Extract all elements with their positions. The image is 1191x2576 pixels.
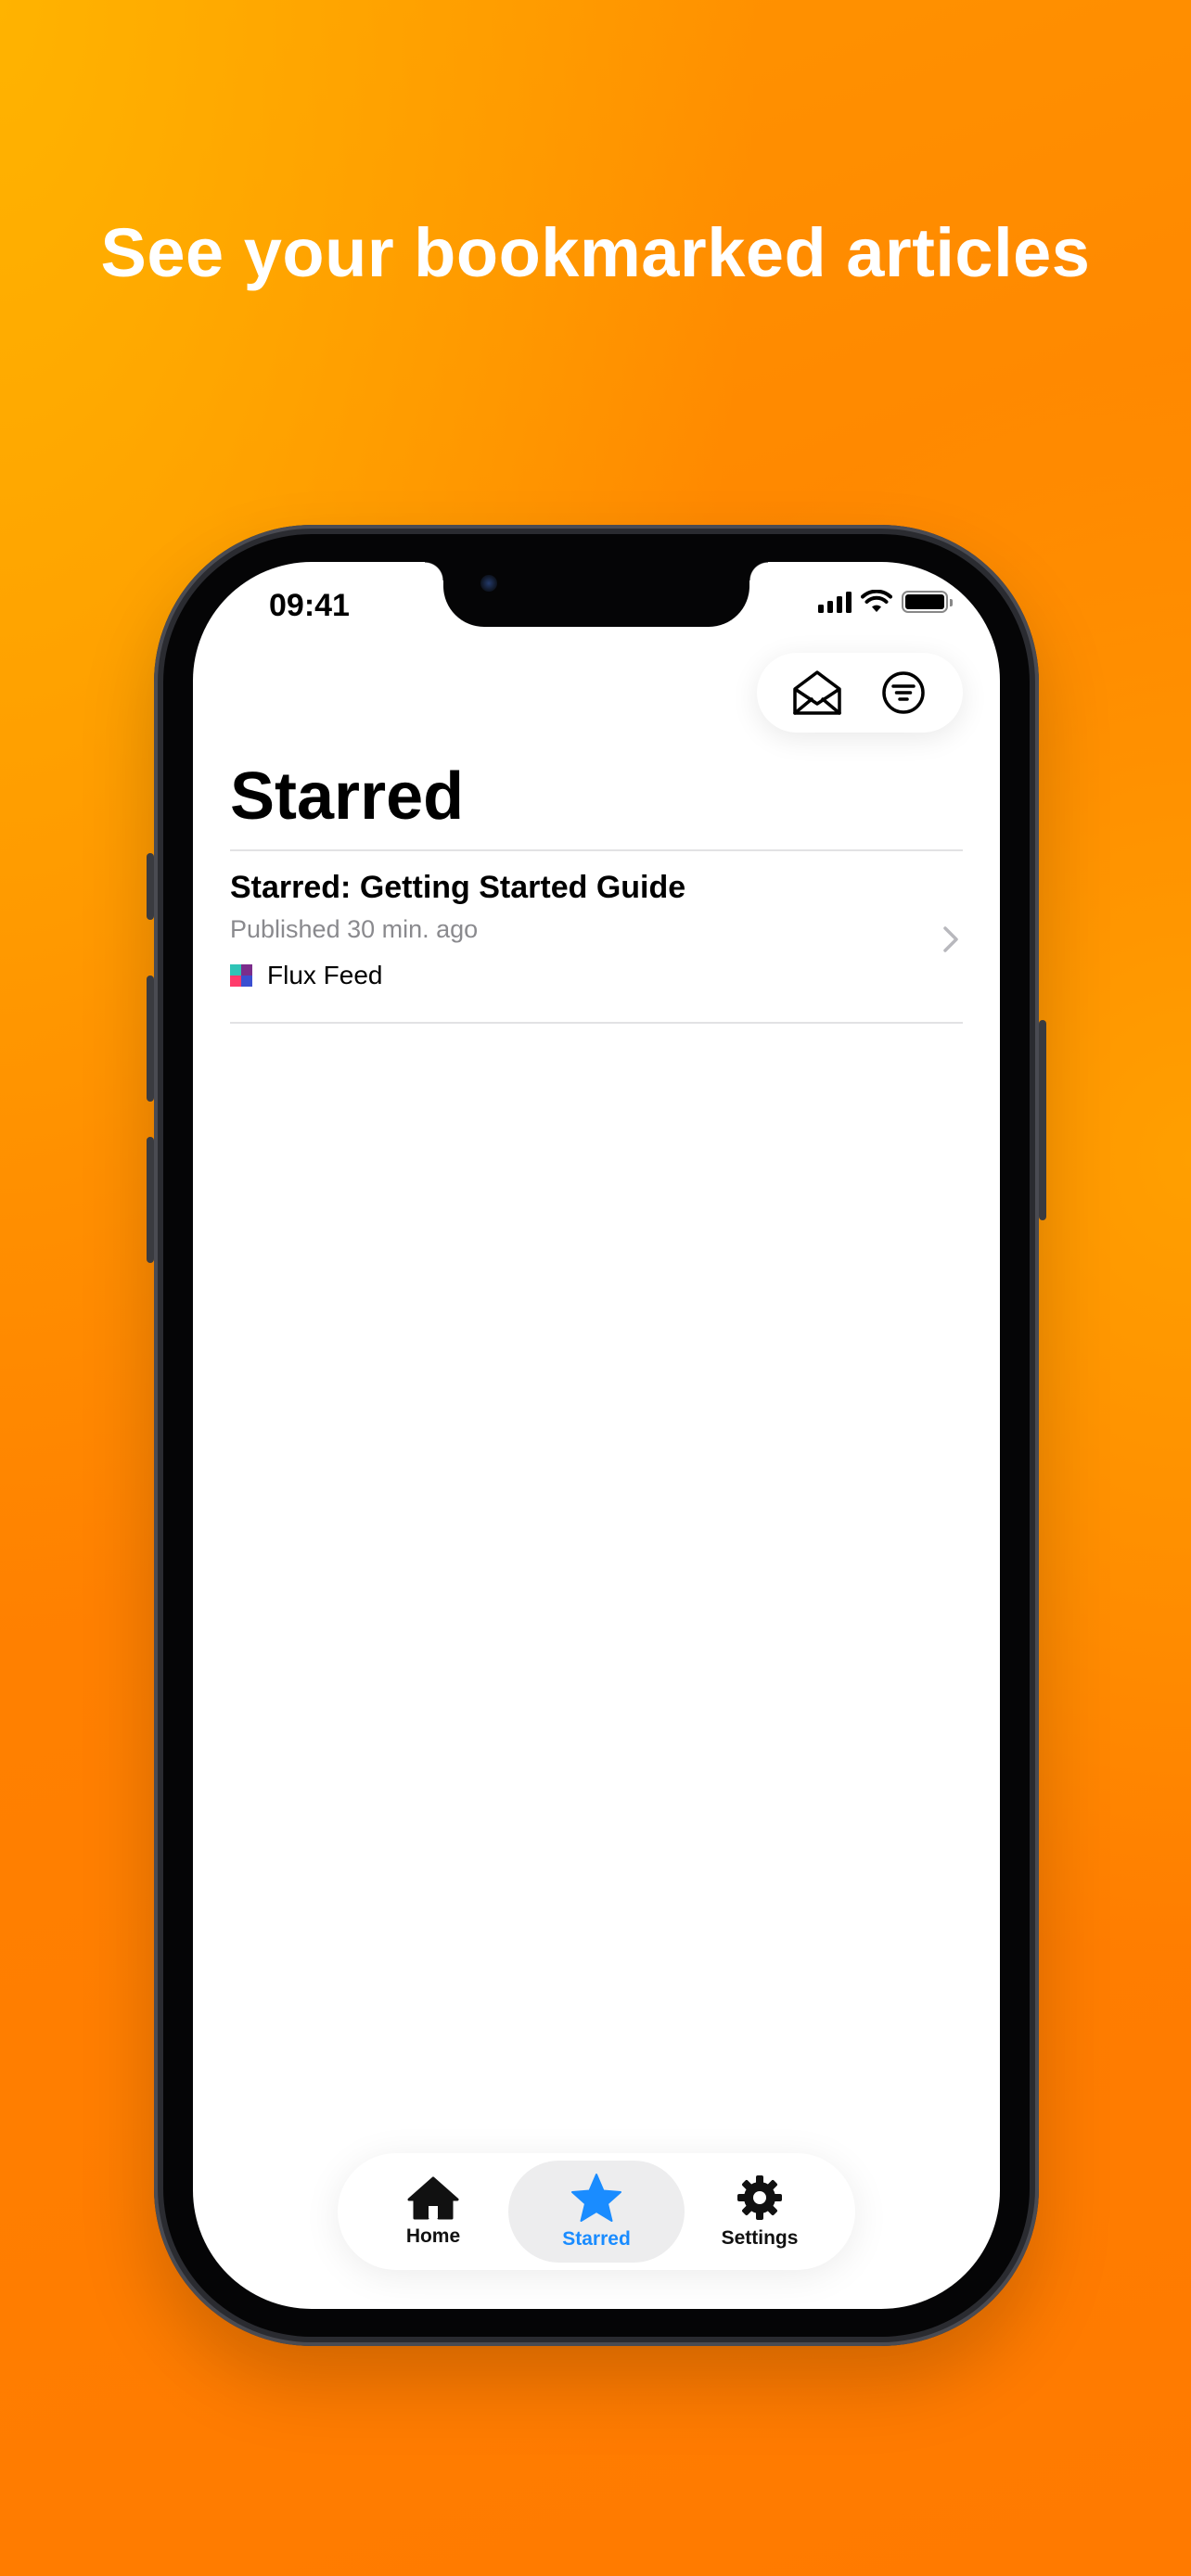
star-icon [571, 2174, 621, 2222]
chevron-right-icon [943, 926, 958, 952]
toolbar [757, 653, 963, 733]
status-time: 09:41 [269, 588, 350, 623]
tab-home-label: Home [405, 2225, 461, 2247]
feed-source: Flux Feed [230, 961, 383, 990]
headline: See your bookmarked articles [100, 214, 1091, 291]
status-icons [818, 590, 953, 614]
side-button-action [147, 853, 154, 920]
feed-logo-icon [230, 964, 252, 987]
article-published-time: Published 30 min. ago [230, 915, 479, 943]
wifi-icon [861, 590, 892, 612]
page-title: Starred [230, 759, 465, 834]
notch [425, 562, 768, 627]
cellular-signal-icon [818, 591, 852, 613]
gear-icon [737, 2175, 782, 2220]
house-icon [407, 2176, 459, 2220]
tab-starred-label: Starred [562, 2228, 631, 2250]
battery-icon [902, 591, 953, 613]
divider-bottom [230, 1022, 963, 1024]
tab-settings-label: Settings [721, 2227, 799, 2249]
filter-button[interactable] [876, 665, 931, 721]
tab-starred[interactable]: Starred [508, 2161, 685, 2263]
tab-home[interactable]: Home [375, 2161, 492, 2263]
phone-screen: 09:41 Starred Starred: Getting Started G… [193, 562, 1000, 2309]
mark-all-read-button[interactable] [789, 665, 845, 721]
side-button-volume-down [147, 1137, 154, 1263]
side-button-volume-up [147, 976, 154, 1102]
tab-settings[interactable]: Settings [698, 2161, 822, 2263]
feed-name: Flux Feed [267, 961, 383, 989]
envelope-open-icon [792, 670, 841, 715]
side-button-power [1039, 1020, 1046, 1220]
tab-bar: Home Starred Settings [338, 2153, 855, 2270]
filter-circle-icon [881, 671, 925, 714]
article-title: Starred: Getting Started Guide [230, 870, 686, 905]
list-item[interactable]: Starred: Getting Started Guide Published… [230, 851, 963, 1022]
front-camera [480, 575, 497, 592]
